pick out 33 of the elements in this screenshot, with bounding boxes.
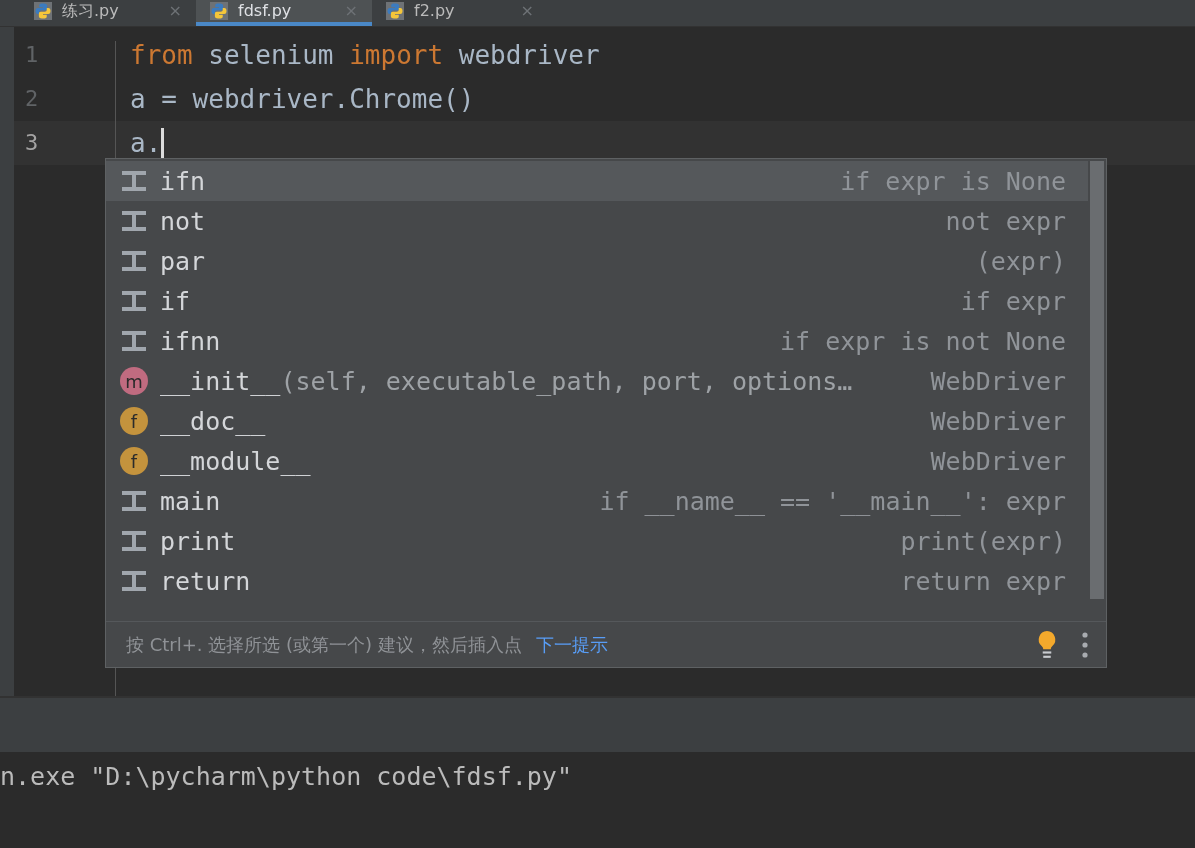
completion-item[interactable]: f __module__ WebDriver	[106, 441, 1088, 481]
completion-item[interactable]: if if expr	[106, 281, 1088, 321]
symbol-icon: m	[120, 367, 148, 395]
editor-tab[interactable]: f2.py ×	[372, 0, 548, 26]
completion-item[interactable]: m __init__(self, executable_path, port, options… WebDriver	[106, 361, 1088, 401]
completion-item[interactable]: par (expr)	[106, 241, 1088, 281]
code-line: from selenium import webdriver	[130, 39, 600, 71]
symbol-icon: f	[120, 407, 148, 435]
console-output: n.exe "D:\pycharm\python code\fdsf.py"	[0, 762, 572, 791]
completion-item[interactable]: return return expr	[106, 561, 1088, 601]
scrollbar-thumb[interactable]	[1090, 161, 1104, 599]
editor-tab[interactable]: fdsf.py ×	[196, 0, 372, 26]
line-number: 1	[24, 41, 40, 69]
symbol-icon: f	[120, 447, 148, 475]
lightbulb-icon	[1036, 629, 1058, 660]
completion-item[interactable]: f __doc__ WebDriver	[106, 401, 1088, 441]
text-cursor	[161, 128, 165, 158]
hint-text: 按 Ctrl+. 选择所选 (或第一个) 建议，然后插入点	[126, 632, 522, 657]
completion-item[interactable]: not not expr	[106, 201, 1088, 241]
line-number: 2	[24, 85, 40, 113]
code-line: a.	[130, 127, 162, 159]
completion-item[interactable]: ifnn if expr is not None	[106, 321, 1088, 361]
line-number: 3	[14, 121, 116, 165]
editor-tab[interactable]: 练习.py ×	[20, 0, 196, 26]
next-tip-link[interactable]: 下一提示	[535, 632, 608, 657]
code-line: a = webdriver.Chrome()	[130, 83, 475, 115]
completion-item[interactable]: ifn if expr is None	[106, 161, 1088, 201]
more-options-icon[interactable]	[1082, 631, 1088, 658]
completion-item[interactable]: print print(expr)	[106, 521, 1088, 561]
python-file-icon	[34, 2, 52, 20]
completion-item[interactable]: main if __name__ == '__main__': expr	[106, 481, 1088, 521]
python-file-icon	[386, 2, 404, 20]
python-file-icon	[210, 2, 228, 20]
